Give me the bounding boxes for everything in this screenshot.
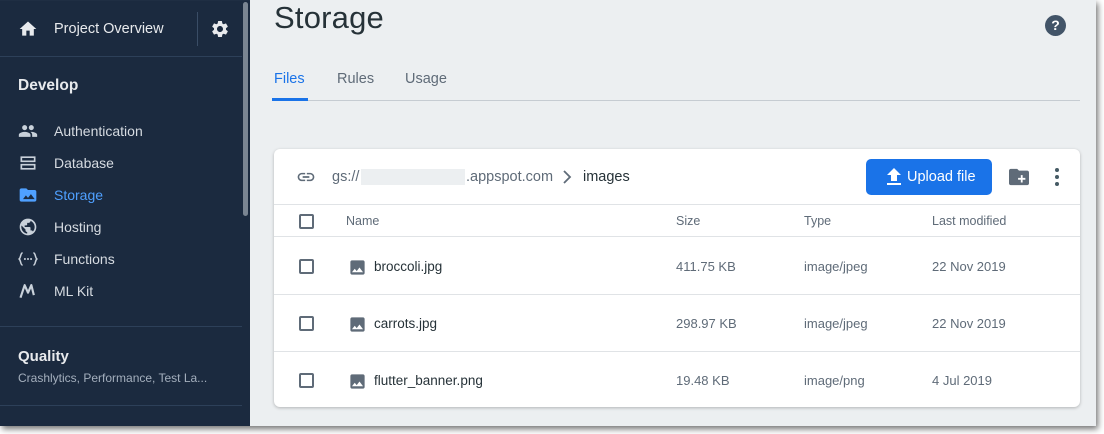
project-overview-link[interactable]: Project Overview [54,21,164,37]
column-header-size[interactable]: Size [676,214,700,228]
table-header: Name Size Type Last modified [274,205,1080,237]
help-icon[interactable]: ? [1045,15,1066,36]
file-name[interactable]: flutter_banner.png [374,373,483,388]
image-file-icon [350,317,365,332]
sidebar-item-mlkit[interactable]: ML Kit [0,275,242,307]
sidebar-item-storage[interactable]: Storage [0,179,242,211]
new-folder-icon[interactable] [1008,167,1030,187]
functions-icon [18,249,38,269]
quality-section-subtitle: Crashlytics, Performance, Test La... [18,371,208,385]
sidebar-item-database[interactable]: Database [0,147,242,179]
sidebar-item-label: ML Kit [54,283,94,299]
row-checkbox[interactable] [299,259,314,274]
upload-file-label: Upload file [907,169,976,185]
sidebar-header: Project Overview [0,0,242,57]
sidebar-scrollbar[interactable] [243,2,248,216]
bucket-path-suffix[interactable]: .appspot.com [466,169,553,185]
quality-section-title[interactable]: Quality [18,348,69,365]
sidebar-item-label: Hosting [54,219,102,235]
develop-section-title: Develop [18,77,79,94]
tab-usage[interactable]: Usage [405,71,447,87]
link-icon[interactable] [294,167,318,187]
table-row[interactable]: broccoli.jpg 411.75 KB image/jpeg 22 Nov… [274,238,1080,295]
sidebar-item-label: Storage [54,187,104,203]
column-header-type[interactable]: Type [804,214,831,228]
current-folder[interactable]: images [583,169,630,185]
sidebar-item-authentication[interactable]: Authentication [0,115,242,147]
people-icon [18,121,38,141]
file-type: image/png [804,373,865,388]
tab-files[interactable]: Files [274,71,305,87]
table-row[interactable]: carrots.jpg 298.97 KB image/jpeg 22 Nov … [274,295,1080,352]
file-browser-toolbar: gs:// .appspot.com images Upload file [274,149,1080,205]
sidebar-item-label: Functions [54,251,115,267]
file-type: image/jpeg [804,316,868,331]
table-row[interactable]: flutter_banner.png 19.48 KB image/png 4 … [274,352,1080,407]
mlkit-icon [18,281,38,301]
file-name[interactable]: carrots.jpg [374,316,437,331]
file-browser-card: gs:// .appspot.com images Upload file Na… [274,149,1080,407]
image-file-icon [350,374,365,389]
sidebar-item-label: Database [54,155,114,171]
chevron-right-icon [563,170,572,184]
sidebar-item-hosting[interactable]: Hosting [0,211,242,243]
select-all-checkbox[interactable] [299,214,314,229]
globe-icon [18,217,38,237]
file-modified: 4 Jul 2019 [932,373,992,388]
row-checkbox[interactable] [299,316,314,331]
firebase-console-window: Project Overview Develop Authentication … [0,0,1096,426]
database-icon [18,153,38,173]
file-size: 19.48 KB [676,373,730,388]
file-type: image/jpeg [804,259,868,274]
column-header-last-modified[interactable]: Last modified [932,214,1006,228]
sidebar-divider [0,326,242,327]
sidebar-divider [0,405,242,406]
header-divider [197,12,198,46]
column-header-name[interactable]: Name [346,214,379,228]
active-tab-indicator [272,98,308,101]
image-file-icon [350,260,365,275]
file-modified: 22 Nov 2019 [932,316,1006,331]
gear-icon[interactable] [210,19,230,39]
redacted-bucket-name [361,169,465,185]
tab-rules[interactable]: Rules [337,71,374,87]
upload-file-button[interactable]: Upload file [866,159,992,195]
file-size: 298.97 KB [676,316,737,331]
bucket-path-prefix[interactable]: gs:// [332,169,359,185]
sidebar-item-functions[interactable]: Functions [0,243,242,275]
file-modified: 22 Nov 2019 [932,259,1006,274]
main-content: Storage ? Files Rules Usage gs:// .appsp… [250,0,1096,426]
storage-icon [18,185,38,205]
row-checkbox[interactable] [299,373,314,388]
more-vert-icon[interactable] [1054,167,1060,187]
home-icon[interactable] [18,19,38,39]
upload-icon [887,168,901,185]
file-size: 411.75 KB [676,259,736,274]
page-title: Storage [274,0,384,35]
file-name[interactable]: broccoli.jpg [374,259,442,274]
sidebar: Project Overview Develop Authentication … [0,0,250,426]
tab-bar: Files Rules Usage [272,60,1080,101]
sidebar-item-label: Authentication [54,123,143,139]
